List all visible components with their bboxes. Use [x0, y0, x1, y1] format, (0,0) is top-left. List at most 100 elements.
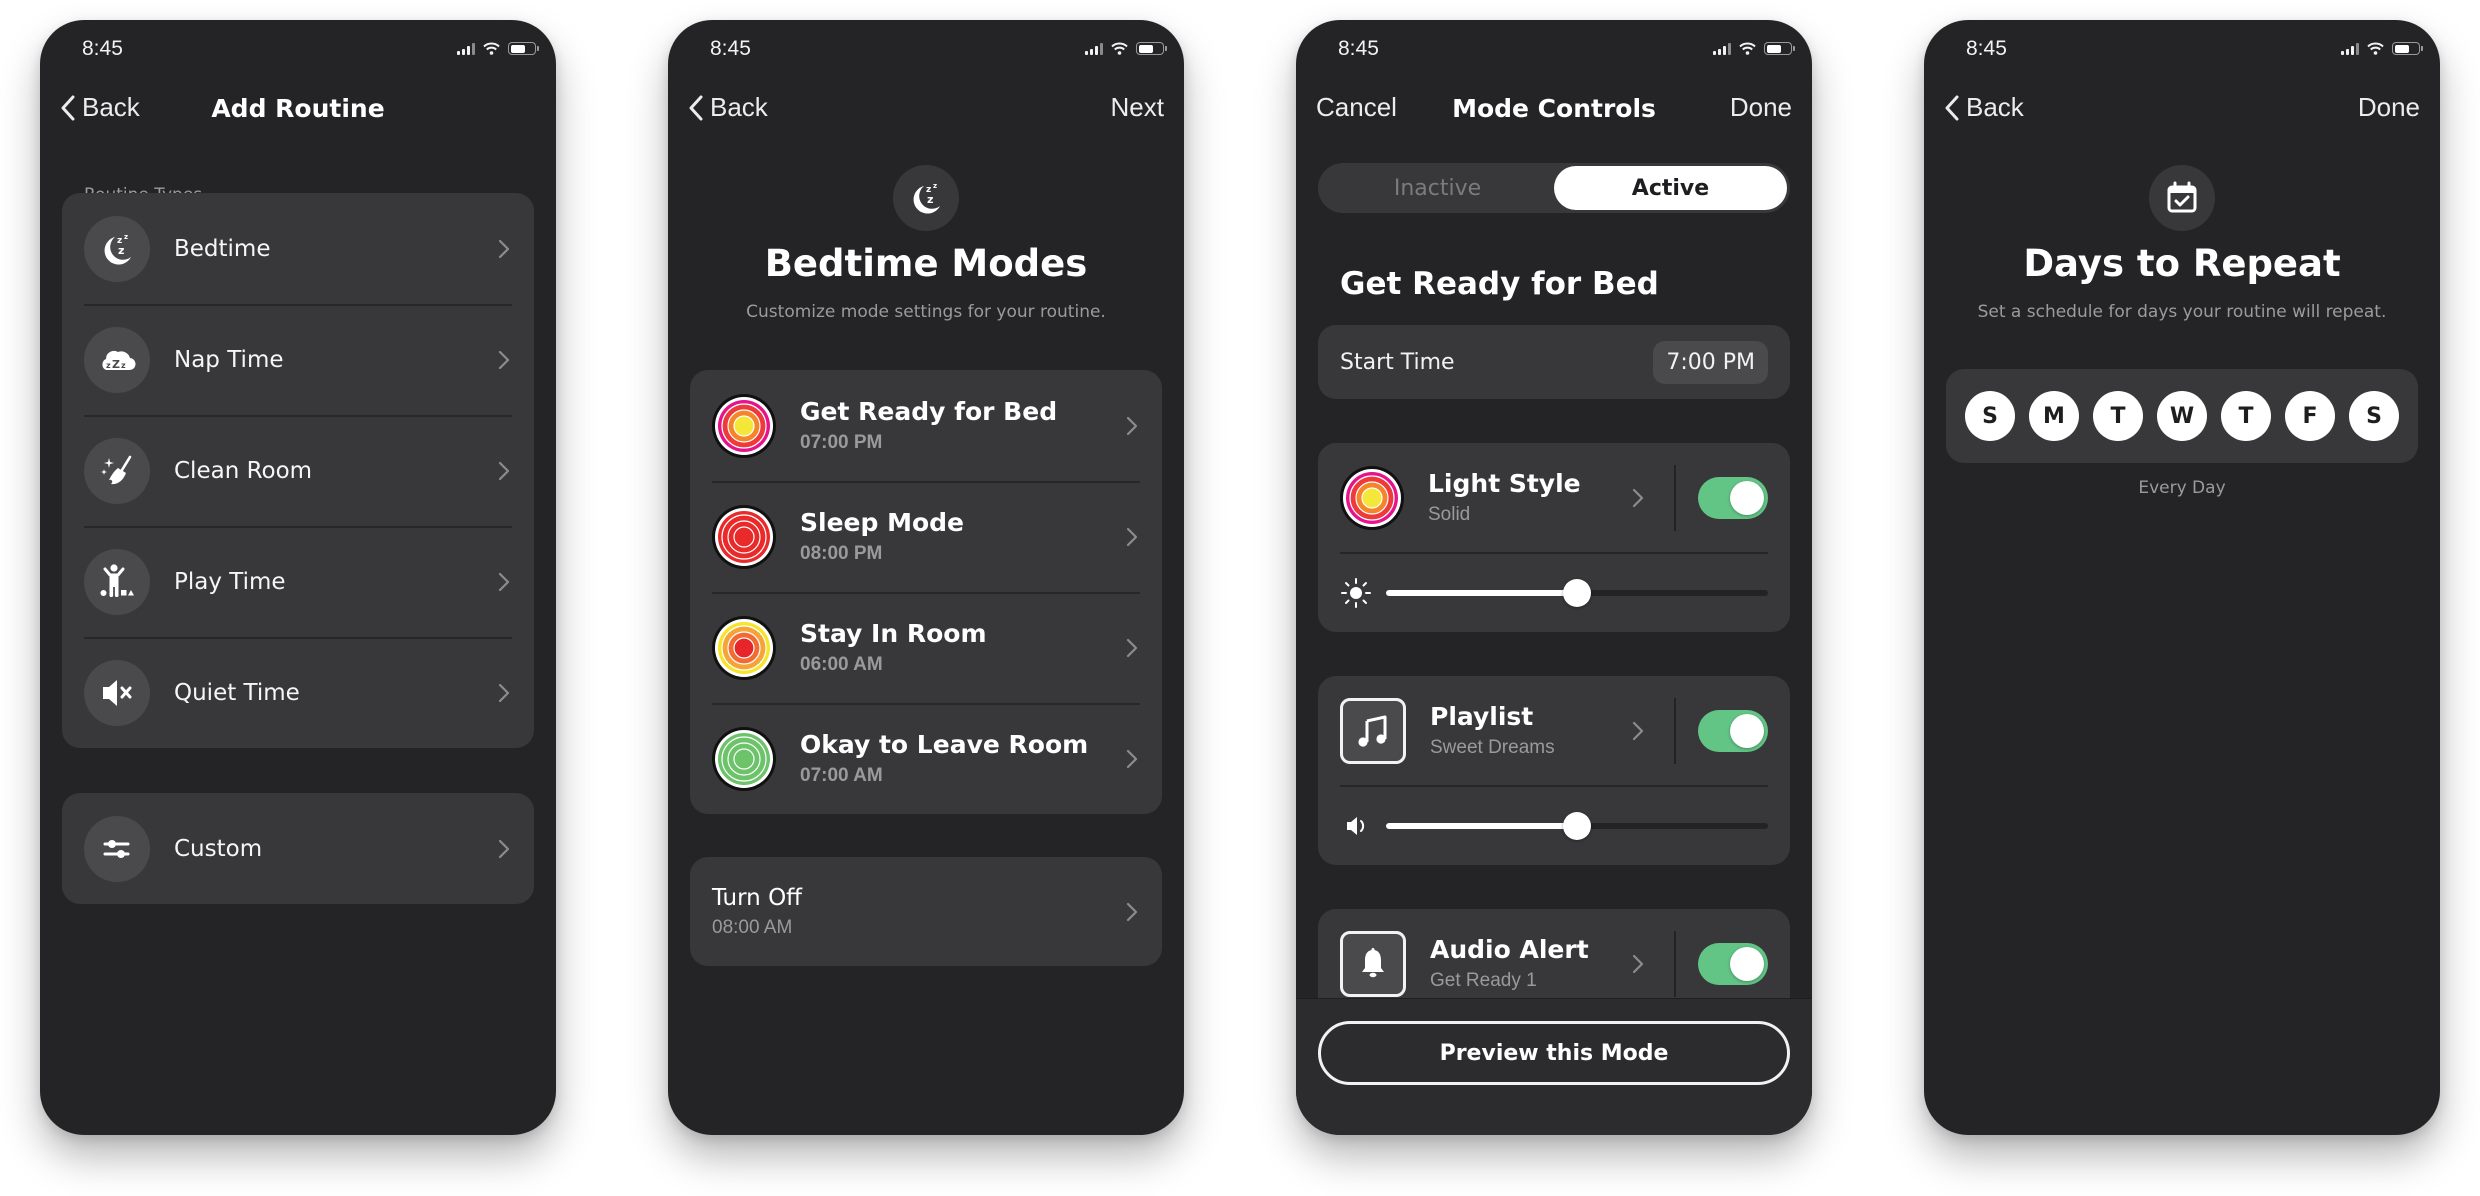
light-ring-icon — [712, 726, 776, 791]
hero-icon-circle — [893, 165, 959, 231]
status-time: 8:45 — [1338, 37, 1379, 60]
day-wednesday[interactable]: W — [2157, 391, 2207, 441]
status-icons — [1085, 42, 1167, 55]
day-friday[interactable]: F — [2285, 391, 2335, 441]
sliders-icon — [103, 839, 130, 858]
light-style-toggle[interactable] — [1698, 476, 1768, 519]
chevron-right-icon — [498, 683, 510, 703]
nav-bar: Back Done — [1924, 92, 2440, 130]
day-saturday[interactable]: S — [2349, 391, 2399, 441]
segment-inactive[interactable]: Inactive — [1321, 166, 1554, 210]
done-button[interactable]: Done — [2358, 92, 2420, 123]
routine-item-custom[interactable]: Custom — [62, 793, 534, 904]
light-style-link[interactable]: Light Style Solid — [1428, 469, 1632, 526]
light-style-card: Light Style Solid — [1318, 443, 1790, 632]
wifi-icon — [2367, 42, 2384, 55]
chevron-right-icon — [1126, 638, 1138, 658]
segment-active[interactable]: Active — [1554, 166, 1787, 210]
bottom-action-bar: Preview this Mode — [1296, 998, 1812, 1135]
ring-band — [733, 747, 755, 770]
chevron-right-icon[interactable] — [1632, 721, 1644, 741]
light-ring-icon — [712, 615, 776, 680]
mode-time: 07:00 AM — [800, 765, 883, 786]
mode-item[interactable]: Stay In Room 06:00 AM — [690, 592, 1162, 703]
mode-name: Stay In Room — [800, 619, 987, 648]
routine-label: Nap Time — [174, 346, 284, 373]
routine-item-bedtime[interactable]: Bedtime — [62, 193, 534, 304]
routine-label: Custom — [174, 835, 263, 862]
light-ring-icon — [712, 504, 776, 569]
routine-item-nap-time[interactable]: z Z z Nap Time — [62, 304, 534, 415]
nav-bar: Cancel Mode Controls Done — [1296, 92, 1812, 130]
day-monday[interactable]: M — [2029, 391, 2079, 441]
add-routine-screen: 8:45 Back Add Routine Routine Types Bedt… — [40, 20, 556, 1135]
moon-zzz-icon — [906, 178, 946, 218]
routine-label: Quiet Time — [174, 679, 300, 706]
audio-alert-link[interactable]: Audio Alert Get Ready 1 — [1430, 935, 1632, 992]
back-label: Back — [1966, 92, 2024, 122]
done-button[interactable]: Done — [1730, 92, 1792, 123]
next-button[interactable]: Next — [1111, 92, 1164, 123]
slider-thumb[interactable] — [1563, 812, 1591, 840]
brightness-slider[interactable] — [1386, 573, 1768, 613]
turn-off-label: Turn Off — [712, 884, 803, 911]
svg-text:z: z — [106, 361, 111, 370]
playlist-value: Sweet Dreams — [1430, 737, 1555, 758]
icon-circle — [84, 659, 150, 726]
volume-icon — [1347, 817, 1365, 835]
chevron-right-icon — [1126, 416, 1138, 436]
preview-mode-button[interactable]: Preview this Mode — [1318, 1021, 1790, 1085]
routine-item-clean-room[interactable]: Clean Room — [62, 415, 534, 526]
music-note-icon — [1358, 715, 1387, 747]
mode-item[interactable]: Get Ready for Bed 07:00 PM — [690, 370, 1162, 481]
back-label: Back — [710, 92, 768, 122]
status-segmented-control: Inactive Active — [1318, 163, 1790, 213]
mode-item[interactable]: Okay to Leave Room 07:00 AM — [690, 703, 1162, 814]
start-time-label: Start Time — [1340, 349, 1455, 375]
routine-label: Clean Room — [174, 457, 313, 484]
volume-slider[interactable] — [1386, 806, 1768, 846]
start-time-picker[interactable]: 7:00 PM — [1653, 340, 1768, 384]
mode-name-heading: Get Ready for Bed — [1340, 266, 1659, 302]
audio-alert-toggle[interactable] — [1698, 942, 1768, 985]
chevron-right-icon — [498, 461, 510, 481]
routine-item-quiet-time[interactable]: Quiet Time — [62, 637, 534, 748]
cancel-button[interactable]: Cancel — [1316, 92, 1397, 123]
battery-icon — [508, 42, 539, 55]
day-tuesday[interactable]: T — [2093, 391, 2143, 441]
brightness-icon — [1341, 578, 1371, 608]
wifi-icon — [483, 42, 500, 55]
light-ring-icon — [1340, 465, 1404, 530]
back-button[interactable]: Back — [60, 92, 140, 123]
svg-text:Z: Z — [112, 358, 120, 371]
playlist-link[interactable]: Playlist Sweet Dreams — [1430, 702, 1632, 759]
chevron-right-icon[interactable] — [1632, 954, 1644, 974]
chevron-right-icon[interactable] — [1632, 488, 1644, 508]
mode-name: Get Ready for Bed — [800, 397, 1058, 426]
routine-item-play-time[interactable]: Play Time — [62, 526, 534, 637]
chevron-right-icon — [498, 572, 510, 592]
bell-icon — [1362, 947, 1384, 977]
mode-item[interactable]: Sleep Mode 08:00 PM — [690, 481, 1162, 592]
icon-circle — [84, 815, 150, 882]
day-thursday[interactable]: T — [2221, 391, 2271, 441]
icon-circle: z Z z — [84, 326, 150, 393]
day-sunday[interactable]: S — [1965, 391, 2015, 441]
back-button[interactable]: Back — [688, 92, 768, 123]
mode-name: Sleep Mode — [800, 508, 964, 537]
back-label: Back — [82, 92, 140, 122]
playlist-toggle[interactable] — [1698, 709, 1768, 752]
back-button[interactable]: Back — [1944, 92, 2024, 123]
bedtime-modes-screen: 8:45 Back Next Bedtime Modes Customize m… — [668, 20, 1184, 1135]
wifi-icon — [1739, 42, 1756, 55]
status-icons — [1713, 42, 1795, 55]
status-time: 8:45 — [710, 37, 751, 60]
turn-off-item[interactable]: Turn Off 08:00 AM — [690, 857, 1162, 966]
page-subtitle: Customize mode settings for your routine… — [746, 302, 1106, 322]
chevron-right-icon — [498, 239, 510, 259]
slider-thumb[interactable] — [1563, 579, 1591, 607]
moon-zzz-icon — [97, 229, 137, 269]
cloud-zzz-icon: z Z z — [102, 350, 136, 371]
repeat-summary: Every Day — [2138, 478, 2226, 498]
routine-label: Bedtime — [174, 235, 271, 262]
